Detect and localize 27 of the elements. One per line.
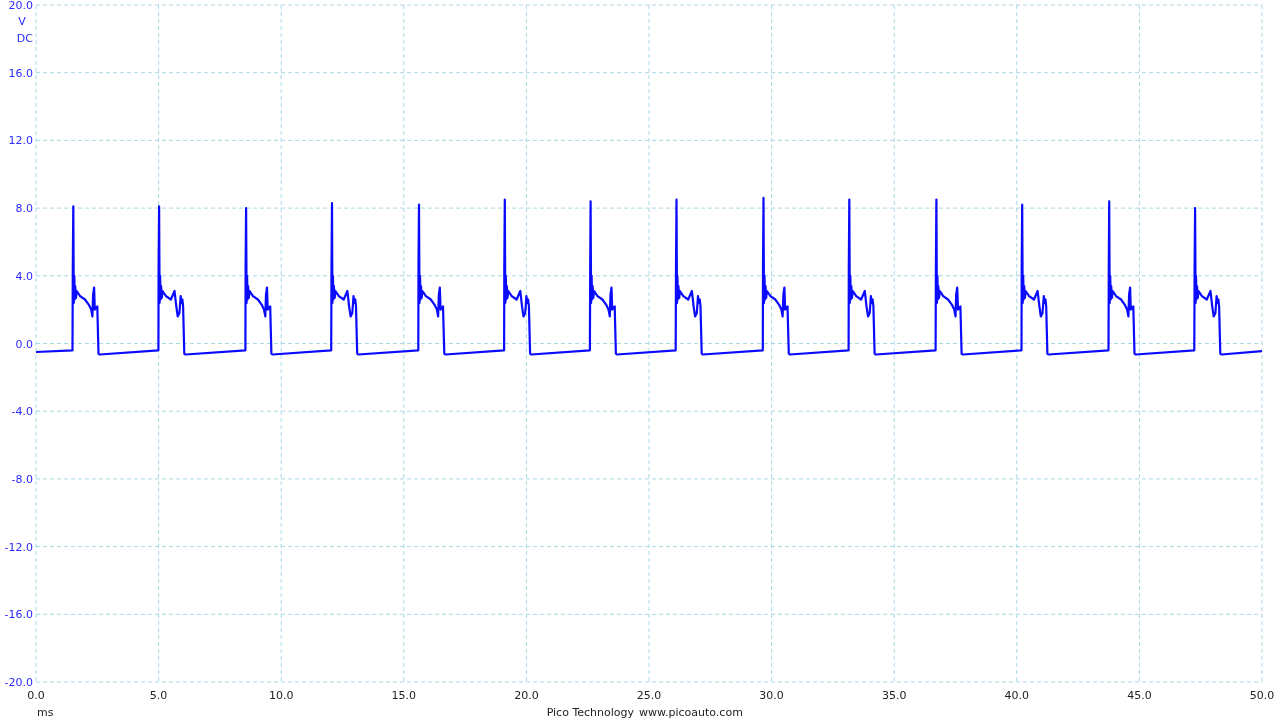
axis-tick-label: -20.0 bbox=[4, 676, 33, 689]
axis-tick-label: 4.0 bbox=[15, 269, 33, 283]
axis-tick-label: -8.0 bbox=[11, 472, 33, 486]
axis-tick-label: 12.0 bbox=[8, 134, 33, 148]
axis-tick-label: 10.0 bbox=[268, 689, 294, 702]
axis-tick-label: 5.0 bbox=[149, 689, 168, 702]
axis-tick-label: 0.0 bbox=[15, 337, 33, 351]
axis-tick-label: 30.0 bbox=[759, 689, 784, 702]
axis-tick-label: 15.0 bbox=[391, 689, 417, 702]
company-name: Pico Technology bbox=[546, 706, 634, 719]
axis-tick-label: 50.0 bbox=[1249, 689, 1275, 702]
axis-tick-label: 45.0 bbox=[1127, 689, 1152, 702]
website-address: www.picoauto.com bbox=[639, 706, 743, 719]
axis-tick-label: -16.0 bbox=[4, 608, 33, 622]
axis-tick-label: 8.0 bbox=[15, 202, 33, 216]
coupling-label: DC bbox=[16, 32, 33, 45]
axis-tick-label: 20.0 bbox=[514, 689, 539, 702]
axis-tick-label: 40.0 bbox=[1004, 689, 1030, 702]
unit-label: V bbox=[18, 15, 26, 28]
unit-label: ms bbox=[37, 706, 54, 719]
axis-tick-label: -12.0 bbox=[4, 540, 33, 554]
axis-tick-label: 20.0 bbox=[8, 0, 33, 12]
axis-tick-label: 25.0 bbox=[636, 689, 662, 702]
axis-tick-label: 35.0 bbox=[881, 689, 907, 702]
axis-tick-label: 16.0 bbox=[8, 66, 33, 80]
axis-tick-label: 0.0 bbox=[27, 689, 45, 702]
axis-tick-label: -4.0 bbox=[11, 405, 33, 419]
